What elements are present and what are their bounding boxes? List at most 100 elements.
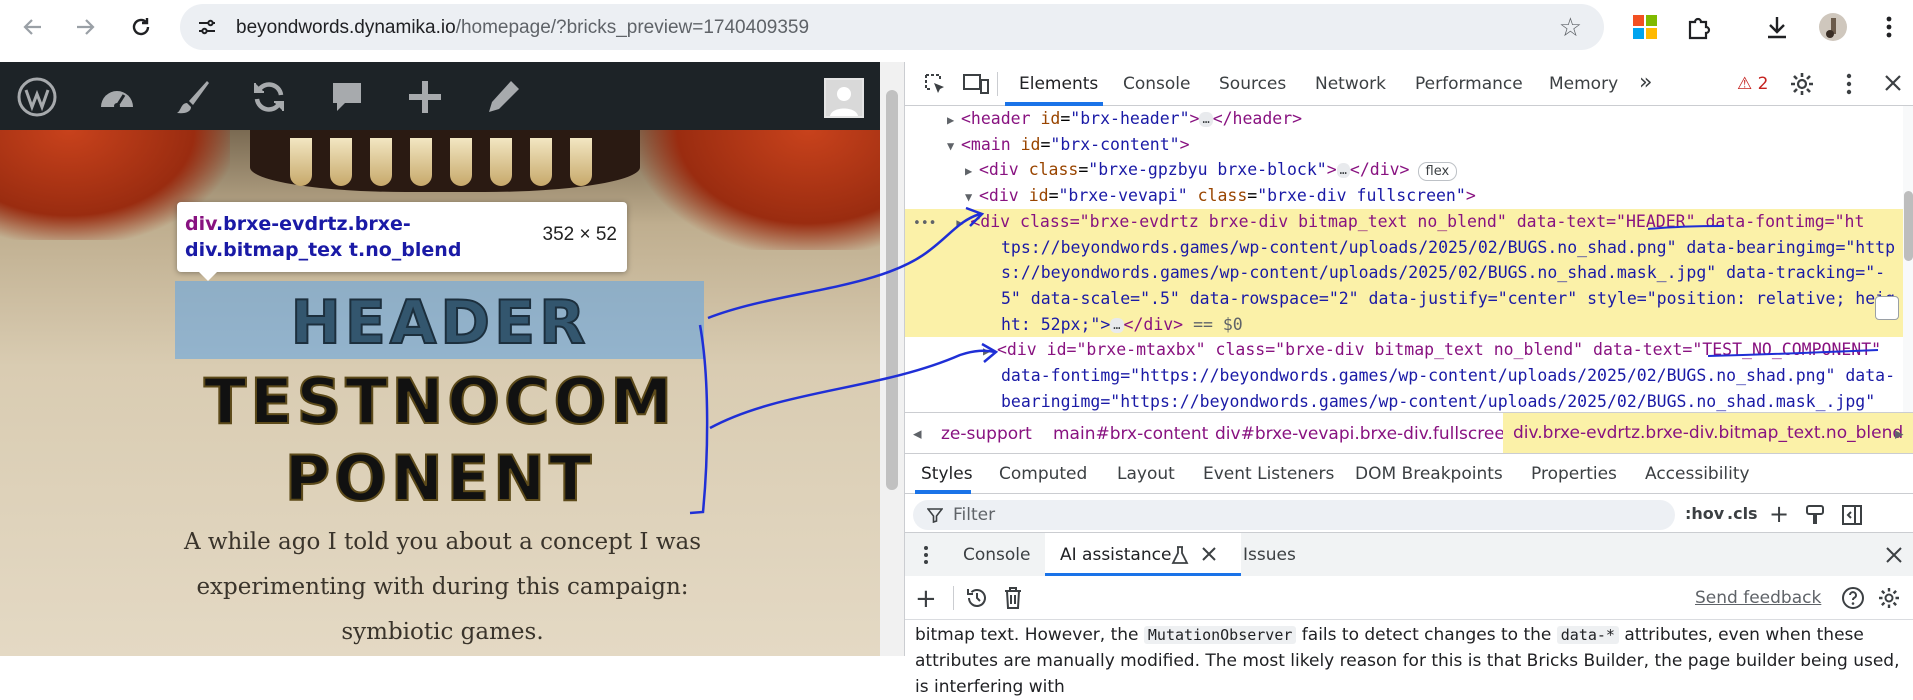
tooltip-selector: div.brxe-evdrtz.brxe-div.bitmap_tex t.no… bbox=[185, 211, 525, 263]
collapsed-ellipsis[interactable]: … bbox=[1110, 317, 1124, 333]
dom-tree: ▶ <header id="brx-header">… </header> ▼ <ma… bbox=[905, 106, 1903, 460]
warnings-badge[interactable]: ⚠ 2 bbox=[1737, 74, 1768, 94]
collapsed-ellipsis[interactable]: … bbox=[1336, 163, 1350, 179]
hov-toggle[interactable]: :hov bbox=[1685, 504, 1724, 523]
tab-layout[interactable]: Layout bbox=[1117, 464, 1175, 484]
bookmark-star-icon[interactable]: ☆ bbox=[1559, 12, 1582, 43]
forward-arrow-icon[interactable] bbox=[68, 10, 102, 44]
devtools-menu-icon[interactable] bbox=[1845, 72, 1853, 96]
updates-refresh-icon[interactable] bbox=[248, 76, 290, 118]
tab-dom-breakpoints[interactable]: DOM Breakpoints bbox=[1355, 464, 1503, 484]
wordpress-logo-icon[interactable] bbox=[16, 76, 58, 118]
copy-node-icon[interactable] bbox=[1875, 296, 1899, 320]
reload-icon[interactable] bbox=[124, 10, 158, 44]
tab-network[interactable]: Network bbox=[1315, 74, 1386, 94]
tab-computed[interactable]: Computed bbox=[999, 464, 1087, 484]
help-question-icon[interactable] bbox=[1841, 586, 1865, 610]
toggle-sidebar-icon[interactable] bbox=[1841, 504, 1863, 526]
styles-pane-tabs: Styles Computed Layout Event Listeners D… bbox=[905, 454, 1913, 494]
dashboard-gauge-icon[interactable] bbox=[96, 76, 138, 118]
comments-bubble-icon[interactable] bbox=[326, 76, 368, 118]
edit-pencil-icon[interactable] bbox=[482, 76, 524, 118]
extensions-puzzle-icon[interactable] bbox=[1682, 10, 1716, 44]
page-scrollbar-thumb[interactable] bbox=[886, 90, 898, 490]
history-icon[interactable] bbox=[965, 586, 989, 610]
ai-settings-gear-icon[interactable] bbox=[1877, 586, 1901, 610]
breadcrumb-item[interactable]: div#brxe-vevapi.brxe-div.fullscreen bbox=[1215, 424, 1516, 444]
tooltip-classes: .brxe-evdrtz.brxe-div.bitmap_tex t.no_bl… bbox=[185, 213, 462, 261]
tab-properties[interactable]: Properties bbox=[1531, 464, 1617, 484]
breadcrumb-item[interactable]: main#brx-content bbox=[1053, 424, 1208, 444]
collapsed-ellipsis[interactable]: … bbox=[1199, 112, 1213, 127]
address-bar[interactable]: beyondwords.dynamika.io/homepage/?bricks… bbox=[180, 4, 1604, 50]
new-chat-plus-icon[interactable]: + bbox=[915, 584, 937, 614]
close-ai-tab-icon[interactable] bbox=[1201, 546, 1217, 562]
monster-teeth-decoration bbox=[250, 130, 640, 192]
styles-filter-input[interactable]: Filter bbox=[913, 500, 1675, 530]
inspect-element-icon[interactable] bbox=[923, 72, 947, 96]
breadcrumb-item-active[interactable]: div.brxe-evdrtz.brxe-div.bitmap_text.no_… bbox=[1503, 413, 1913, 453]
dom-node-mtaxbx-line-1[interactable]: ▶ <div id="brxe-mtaxbx" class="brxe-div b… bbox=[905, 337, 1903, 365]
breadcrumb-scroll-right-icon[interactable]: ▸ bbox=[1895, 424, 1904, 444]
send-feedback-link[interactable]: Send feedback bbox=[1695, 588, 1821, 608]
close-drawer-icon[interactable] bbox=[1885, 546, 1903, 564]
url-text[interactable]: beyondwords.dynamika.io/homepage/?bricks… bbox=[236, 17, 809, 39]
devtools-main-tabs: Elements Console Sources Network Perform… bbox=[905, 62, 1913, 106]
profile-avatar[interactable] bbox=[1816, 10, 1850, 44]
dom-scrollbar[interactable] bbox=[1903, 106, 1913, 460]
customize-brush-icon[interactable] bbox=[172, 76, 214, 118]
dom-scrollbar-thumb[interactable] bbox=[1904, 191, 1913, 261]
url-host: beyondwords.dynamika.io bbox=[236, 17, 456, 38]
tooltip-size: 352 × 52 bbox=[542, 224, 618, 245]
devtools-panel: Elements Console Sources Network Perform… bbox=[904, 62, 1913, 697]
tab-console[interactable]: Console bbox=[1123, 74, 1191, 94]
ai-response-text: bitmap text. However, the MutationObserv… bbox=[915, 622, 1905, 700]
ai-text-part: fails to detect changes to the bbox=[1296, 625, 1557, 645]
delete-trash-icon[interactable] bbox=[1003, 586, 1023, 610]
tab-elements[interactable]: Elements bbox=[1019, 74, 1098, 94]
drawer-menu-icon[interactable] bbox=[923, 545, 929, 565]
drawer-tab-ai-assistance[interactable]: AI assistance bbox=[1060, 545, 1171, 565]
dom-node-header[interactable]: ▶ <header id="brx-header">… </header> bbox=[905, 106, 1903, 134]
device-toolbar-icon[interactable] bbox=[963, 72, 989, 96]
breadcrumb-scroll-left-icon[interactable]: ◂ bbox=[913, 424, 922, 444]
warnings-count: 2 bbox=[1757, 74, 1769, 94]
dom-selected-line-3: s://beyondwords.games/wp-content/uploads… bbox=[1001, 263, 1886, 283]
intro-paragraph: A while ago I told you about a concept I… bbox=[183, 529, 702, 645]
dom-selected-line-2: tps://beyondwords.games/wp-content/uploa… bbox=[1001, 237, 1896, 257]
download-icon[interactable] bbox=[1760, 10, 1794, 44]
tab-sources[interactable]: Sources bbox=[1219, 74, 1286, 94]
cls-toggle[interactable]: .cls bbox=[1727, 504, 1758, 523]
drawer-tab-issues[interactable]: Issues bbox=[1243, 545, 1296, 565]
settings-gear-icon[interactable] bbox=[1789, 71, 1815, 97]
back-arrow-icon[interactable] bbox=[16, 10, 50, 44]
tab-memory[interactable]: Memory bbox=[1549, 74, 1618, 94]
color-format-paint-icon[interactable] bbox=[1805, 504, 1825, 526]
warning-triangle-icon: ⚠ bbox=[1737, 74, 1753, 94]
new-style-rule-plus-icon[interactable]: + bbox=[1769, 500, 1789, 528]
drawer-tab-console[interactable]: Console bbox=[963, 545, 1031, 565]
dom-node-gpzbyu[interactable]: ▶ <div class="brxe-gpzbyu brxe-block">… </… bbox=[905, 157, 1903, 185]
tab-performance[interactable]: Performance bbox=[1415, 74, 1523, 94]
bitmap-text-ponent-line: PONENT bbox=[284, 441, 596, 516]
browser-menu-icon[interactable] bbox=[1872, 10, 1906, 44]
new-content-plus-icon[interactable] bbox=[404, 76, 446, 118]
flex-badge[interactable]: flex bbox=[1417, 162, 1458, 182]
drawer-tabs: Console AI assistance Issues bbox=[905, 532, 1913, 577]
admin-user-avatar[interactable] bbox=[824, 78, 864, 118]
more-tabs-chevron-icon[interactable]: » bbox=[1639, 70, 1652, 95]
tab-accessibility[interactable]: Accessibility bbox=[1645, 464, 1750, 484]
curtain-right-decoration bbox=[640, 130, 880, 250]
microsoft-extension-icon[interactable] bbox=[1628, 10, 1662, 44]
close-devtools-icon[interactable] bbox=[1883, 73, 1903, 93]
experiment-flask-icon bbox=[1171, 545, 1189, 565]
breadcrumb-item[interactable]: ze-support bbox=[941, 424, 1032, 444]
tab-styles[interactable]: Styles bbox=[921, 464, 973, 484]
dom-node-main[interactable]: ▼ <main id="brx-content"> bbox=[905, 132, 1903, 160]
ai-inline-code: data-* bbox=[1556, 626, 1619, 644]
bitmap-text-test-line: TESTNOCOM bbox=[203, 364, 677, 439]
site-settings-icon[interactable] bbox=[196, 16, 218, 38]
tab-event-listeners[interactable]: Event Listeners bbox=[1203, 464, 1334, 484]
dom-node-vevapi[interactable]: ▼ <div id="brxe-vevapi" class="brxe-div f… bbox=[905, 183, 1903, 211]
page-scrollbar[interactable] bbox=[880, 62, 904, 656]
